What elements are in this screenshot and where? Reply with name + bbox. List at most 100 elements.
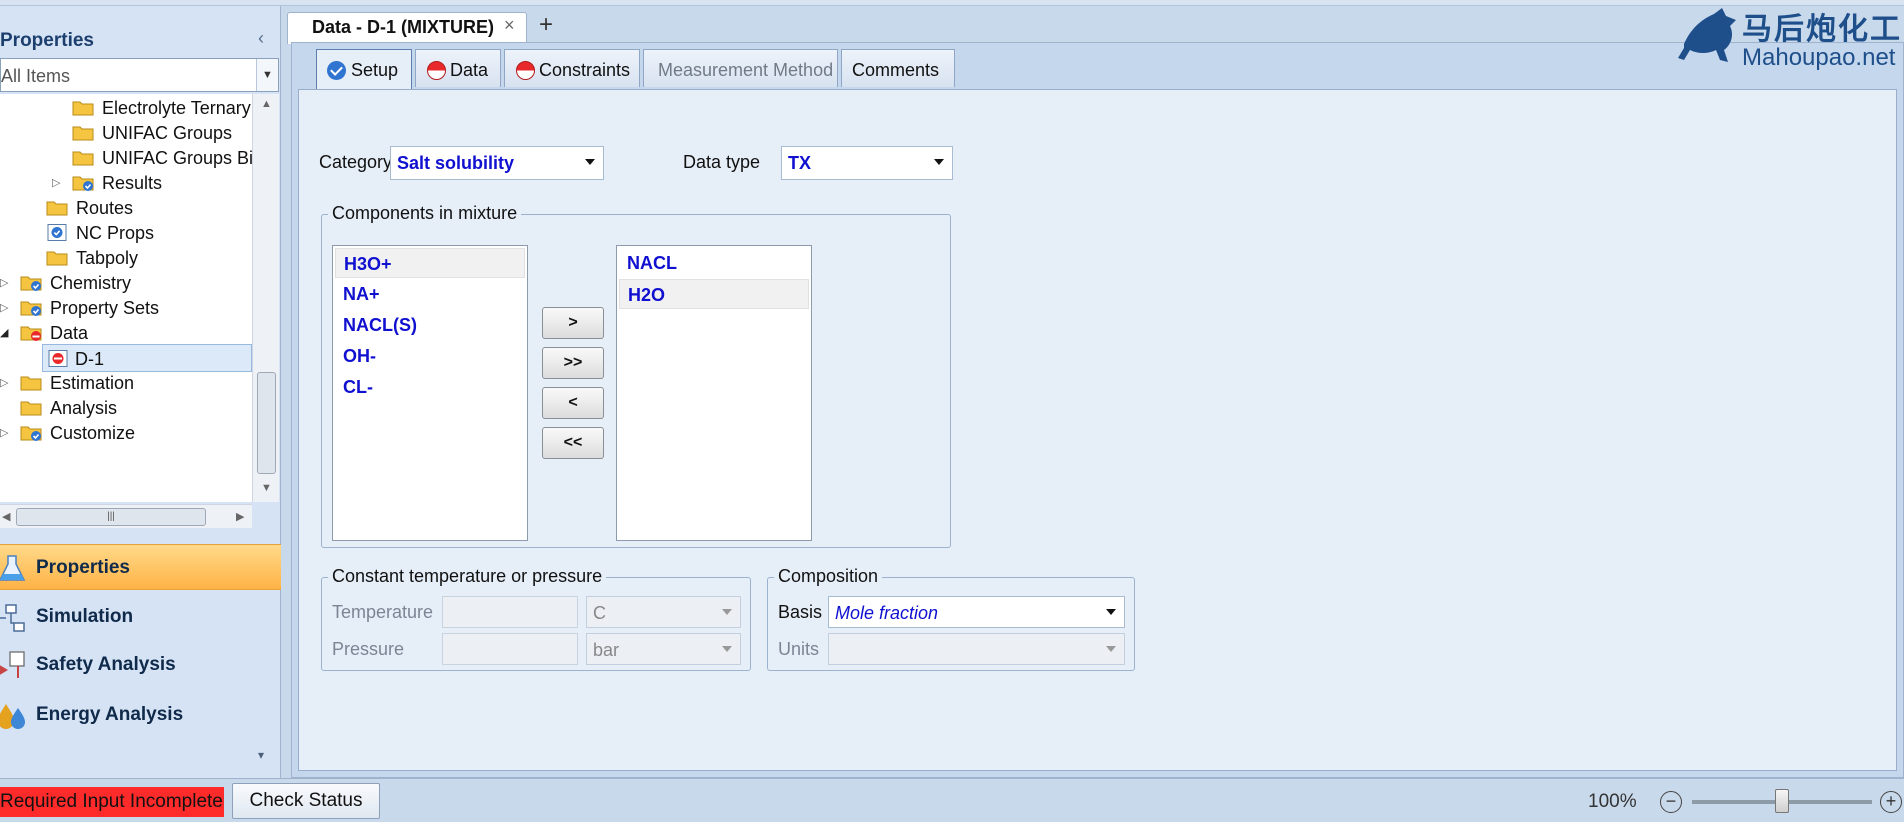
tab-setup[interactable]: Setup <box>316 49 412 89</box>
tree-item-tabpoly[interactable]: Tabpoly <box>46 244 246 272</box>
tree-item-label: UNIFAC Groups <box>102 123 233 143</box>
list-item-available[interactable]: NACL(S) <box>335 310 525 340</box>
chevron-down-icon[interactable]: ▼ <box>256 59 278 91</box>
folder-icon <box>72 151 94 166</box>
category-dropdown[interactable]: Salt solubility <box>390 146 604 180</box>
tree-item-analysis[interactable]: Analysis <box>20 394 240 422</box>
list-item-selected[interactable]: H2O <box>619 279 809 309</box>
chevron-down-icon <box>1106 646 1116 652</box>
basis-value: Mole fraction <box>835 603 939 623</box>
pressure-label: Pressure <box>332 639 405 659</box>
list-item-available[interactable]: NA+ <box>335 279 525 309</box>
folder-check-icon <box>20 276 42 291</box>
list-item-available[interactable]: OH- <box>335 341 525 371</box>
tree-vertical-scrollbar[interactable]: ▲ ▼ <box>252 94 279 502</box>
scroll-up-icon[interactable]: ▲ <box>261 98 272 110</box>
document-tab[interactable]: Data - D-1 (MIXTURE) × <box>287 12 527 44</box>
tree-item-d-1[interactable]: D-1 <box>42 344 252 372</box>
zoom-out-icon[interactable]: − <box>1660 791 1682 813</box>
folder-icon <box>20 401 42 416</box>
tree-item-data[interactable]: ◢ Data <box>0 319 240 347</box>
document-frame: Setup Data Constraints Measurement Metho… <box>291 42 1904 778</box>
tree-item-label: Results <box>102 173 163 193</box>
tree-item-routes[interactable]: Routes <box>46 194 246 222</box>
nav-overflow-chevron-icon[interactable]: ▾ <box>258 748 264 762</box>
close-icon[interactable]: × <box>504 15 515 36</box>
pressure-unit-dropdown: bar <box>586 633 741 665</box>
tree-filter-value: All Items <box>1 66 71 86</box>
tree-item-unifac-groups[interactable]: UNIFAC Groups <box>72 119 252 147</box>
basis-dropdown[interactable]: Mole fraction <box>828 596 1125 628</box>
list-item-available[interactable]: CL- <box>335 372 525 402</box>
zoom-slider-thumb[interactable] <box>1775 789 1789 813</box>
move-selected-right-button[interactable]: > <box>542 307 604 339</box>
composition-group-title: Composition <box>774 566 883 587</box>
nav-button-simulation[interactable]: Simulation <box>0 594 281 640</box>
scroll-right-icon[interactable]: ▶ <box>236 510 244 523</box>
tree-item-results[interactable]: ▷ Results <box>52 169 252 197</box>
status-complete-icon <box>327 61 346 80</box>
collapse-arrow-icon[interactable]: ◢ <box>0 319 14 347</box>
folder-check-icon <box>72 176 94 191</box>
expand-arrow-icon[interactable]: ▷ <box>0 419 14 447</box>
folder-error-icon <box>20 326 42 341</box>
flask-icon <box>0 555 26 581</box>
expand-arrow-icon[interactable]: ▷ <box>52 169 66 197</box>
tree-horizontal-scrollbar[interactable]: ◀ ||| ▶ <box>0 504 252 528</box>
tree-item-customize[interactable]: ▷ Customize <box>0 419 240 447</box>
tree-filter-dropdown[interactable]: All Items ▼ <box>0 58 279 92</box>
scroll-thumb[interactable]: ||| <box>16 508 206 526</box>
status-bar: Required Input Incomplete Check Status 1… <box>0 778 1904 822</box>
tab-constraints[interactable]: Constraints <box>504 49 640 87</box>
folder-icon <box>72 101 94 116</box>
chevron-down-icon <box>722 609 732 615</box>
tree-item-property-sets[interactable]: ▷ Property Sets <box>0 294 240 322</box>
tree-item-nc-props[interactable]: NC Props <box>46 219 246 247</box>
navigation-tree: Electrolyte Ternary UNIFAC Groups UNIFAC… <box>0 94 252 502</box>
available-components-list[interactable]: H3O+ NA+ NACL(S) OH- CL- <box>332 245 528 541</box>
collapse-pane-icon[interactable]: ‹ <box>258 28 274 48</box>
safety-valve-icon <box>0 651 25 678</box>
setup-form: Category Salt solubility Data type TX Co… <box>298 89 1897 771</box>
expand-arrow-icon[interactable]: ▷ <box>0 369 14 397</box>
tree-item-label: Routes <box>76 198 134 218</box>
scroll-left-icon[interactable]: ◀ <box>2 510 10 523</box>
folder-icon <box>46 201 68 216</box>
tree-item-electrolyte-ternary[interactable]: Electrolyte Ternary <box>72 94 252 122</box>
required-input-status[interactable]: Required Input Incomplete <box>0 787 224 817</box>
tree-item-estimation[interactable]: ▷ Estimation <box>0 369 240 397</box>
scroll-thumb[interactable] <box>257 372 276 474</box>
scroll-down-icon[interactable]: ▼ <box>261 482 272 494</box>
nav-button-label: Energy Analysis <box>36 704 184 725</box>
list-item-selected[interactable]: NACL <box>619 248 809 278</box>
tree-item-label: Customize <box>50 423 136 443</box>
constant-tp-group-title: Constant temperature or pressure <box>328 566 607 587</box>
nav-button-label: Simulation <box>36 606 134 627</box>
tab-data[interactable]: Data <box>415 49 501 87</box>
selected-components-list[interactable]: NACL H2O <box>616 245 812 541</box>
status-incomplete-icon <box>516 61 535 80</box>
move-all-left-button[interactable]: << <box>542 427 604 459</box>
tab-label: Setup <box>351 60 399 80</box>
folder-icon <box>46 251 68 266</box>
nav-button-properties[interactable]: Properties <box>0 544 281 590</box>
expand-arrow-icon[interactable]: ▷ <box>0 269 14 297</box>
move-all-right-button[interactable]: >> <box>542 347 604 379</box>
tree-item-unifac-groups-bin[interactable]: UNIFAC Groups Bin <box>72 144 252 172</box>
folder-icon <box>20 376 42 391</box>
list-item-available[interactable]: H3O+ <box>335 248 525 278</box>
datatype-label: Data type <box>683 152 761 172</box>
zoom-in-icon[interactable]: + <box>1880 791 1902 813</box>
tab-label: Measurement Method <box>658 60 834 80</box>
nav-button-energy-analysis[interactable]: Energy Analysis <box>0 692 281 738</box>
tree-item-chemistry[interactable]: ▷ Chemistry <box>0 269 240 297</box>
tab-comments[interactable]: Comments <box>841 49 955 87</box>
datatype-dropdown[interactable]: TX <box>781 146 953 180</box>
nav-button-label: Properties <box>36 557 130 578</box>
temperature-input <box>442 596 578 628</box>
expand-arrow-icon[interactable]: ▷ <box>0 294 14 322</box>
move-selected-left-button[interactable]: < <box>542 387 604 419</box>
nav-button-safety-analysis[interactable]: Safety Analysis <box>0 642 281 688</box>
check-status-button[interactable]: Check Status <box>232 783 380 819</box>
add-tab-icon[interactable]: + <box>533 12 559 40</box>
